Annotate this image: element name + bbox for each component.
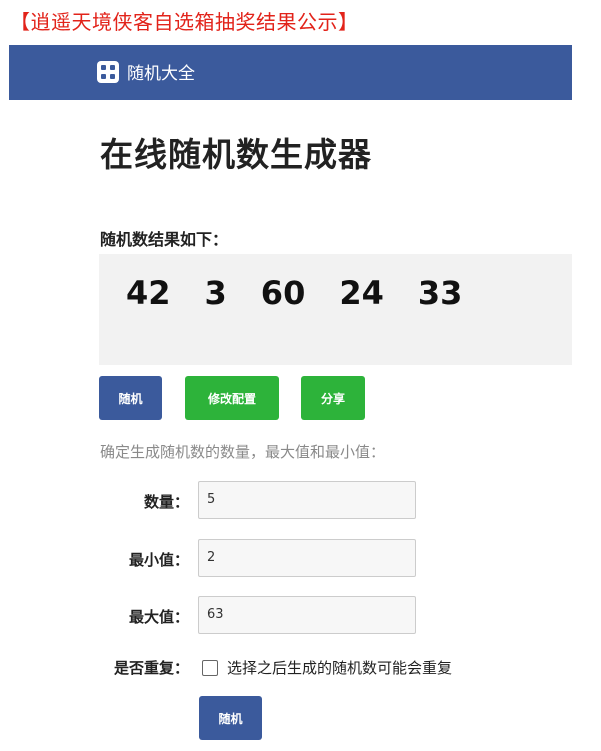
count-input[interactable]: 5: [198, 481, 416, 519]
form-description: 确定生成随机数的数量，最大值和最小值：: [100, 443, 386, 461]
result-number: 3: [204, 274, 227, 312]
nav-brand[interactable]: 随机大全: [97, 59, 195, 84]
min-input[interactable]: 2: [198, 539, 416, 577]
count-label: 数量：: [143, 493, 189, 511]
result-box: 42 3 60 24 33: [99, 254, 572, 365]
repeat-checkbox[interactable]: [202, 659, 218, 676]
result-label: 随机数结果如下：: [100, 230, 229, 249]
repeat-label: 是否重复：: [113, 659, 189, 677]
result-number: 24: [339, 274, 384, 312]
page-title: 在线随机数生成器: [100, 135, 372, 174]
promo-banner: 【逍遥天境侠客自选箱抽奖结果公示】: [10, 10, 359, 34]
result-numbers: 42 3 60 24 33: [126, 274, 462, 312]
brand-name: 随机大全: [127, 64, 195, 84]
top-navbar: 随机大全: [9, 45, 572, 100]
max-label: 最大值：: [128, 608, 189, 626]
result-number: 60: [260, 274, 306, 312]
repeat-option[interactable]: 选择之后生成的随机数可能会重复: [202, 657, 452, 678]
dice-icon: [97, 60, 119, 83]
share-button[interactable]: 分享: [301, 376, 365, 420]
edit-config-button[interactable]: 修改配置: [185, 376, 279, 420]
result-number: 33: [417, 274, 463, 312]
result-number: 42: [126, 274, 171, 312]
random-button[interactable]: 随机: [99, 376, 162, 420]
submit-random-button[interactable]: 随机: [199, 696, 262, 740]
min-label: 最小值：: [128, 551, 189, 569]
repeat-checkbox-label[interactable]: 选择之后生成的随机数可能会重复: [227, 657, 452, 678]
max-input[interactable]: 63: [198, 596, 416, 634]
